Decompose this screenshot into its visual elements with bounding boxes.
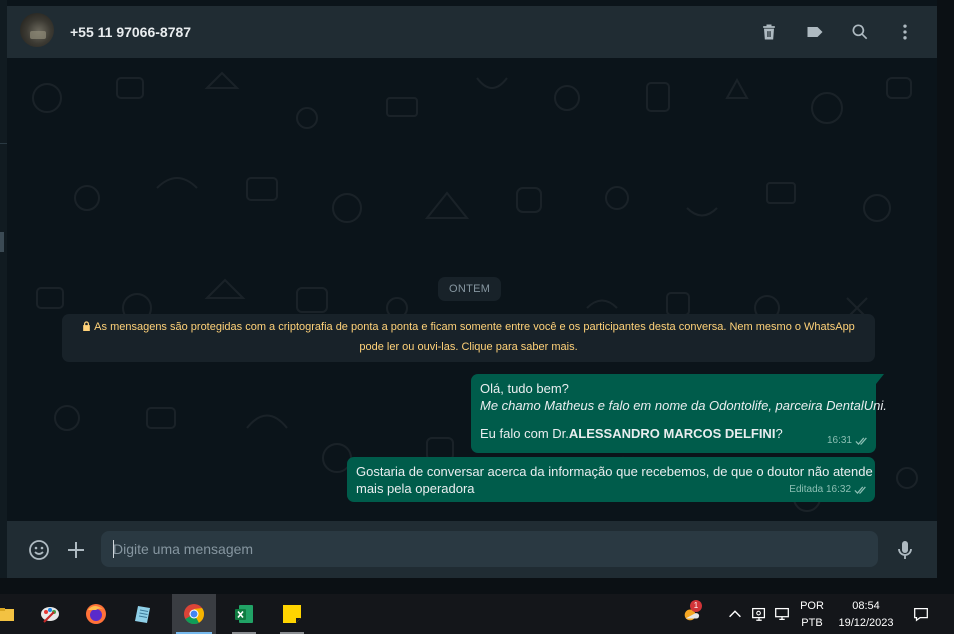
message-text-prefix: Eu falo com Dr. bbox=[480, 426, 569, 441]
taskbar-sticky-notes[interactable] bbox=[270, 594, 314, 634]
contact-avatar[interactable] bbox=[20, 13, 54, 47]
outgoing-message[interactable]: Gostaria de conversar acerca da informaç… bbox=[347, 457, 875, 502]
message-meta: 16:31 bbox=[827, 432, 869, 449]
taskbar-firefox[interactable] bbox=[74, 594, 118, 634]
message-text: Me chamo Matheus e falo em nome da Odont… bbox=[480, 398, 887, 413]
taskbar-file-explorer[interactable] bbox=[0, 594, 28, 634]
message-time: Editada 16:32 bbox=[789, 484, 851, 495]
menu-icon[interactable] bbox=[893, 20, 917, 44]
message-text: Olá, tudo bem? bbox=[480, 381, 569, 396]
desktop-gap bbox=[0, 578, 954, 594]
language-indicator-bottom[interactable]: PTB bbox=[797, 615, 827, 631]
encryption-notice-line2: pode ler ou ouvi-las. Clique para saber … bbox=[359, 341, 578, 353]
encryption-notice-line1: As mensagens são protegidas com a cripto… bbox=[94, 321, 855, 333]
taskbar-paint[interactable] bbox=[28, 594, 72, 634]
folder-icon bbox=[0, 608, 14, 621]
notification-center-icon[interactable] bbox=[911, 604, 931, 624]
encryption-notice[interactable]: As mensagens são protegidas com a cripto… bbox=[62, 314, 875, 362]
chat-list-edge bbox=[0, 0, 7, 578]
chat-header[interactable]: +55 11 97066-8787 bbox=[7, 6, 937, 58]
taskbar-notes-app[interactable] bbox=[122, 594, 166, 634]
message-meta: Editada 16:32 bbox=[789, 481, 868, 498]
message-text-suffix: ? bbox=[775, 426, 783, 441]
message-area[interactable]: ONTEM As mensagens são protegidas com a … bbox=[7, 58, 937, 521]
notebook-icon bbox=[135, 606, 150, 623]
taskbar-excel[interactable] bbox=[222, 594, 266, 634]
notification-badge: 1 bbox=[690, 600, 702, 612]
clock-date[interactable]: 19/12/2023 bbox=[834, 615, 898, 631]
message-input[interactable] bbox=[101, 531, 878, 567]
message-text: Eu falo com Dr.ALESSANDRO MARCOS DELFINI… bbox=[480, 425, 867, 442]
whatsapp-window: +55 11 97066-8787 ONTEM As mensagens são… bbox=[0, 0, 954, 634]
lock-icon bbox=[82, 318, 91, 331]
windows-taskbar: 1 POR PTB 08:54 19/12/2023 bbox=[0, 594, 954, 634]
label-icon[interactable] bbox=[803, 20, 827, 44]
remote-desktop-icon[interactable] bbox=[749, 604, 769, 624]
message-text: Gostaria de conversar acerca da informaç… bbox=[356, 464, 873, 479]
chat-list-fragment bbox=[0, 118, 5, 128]
chat-list-divider bbox=[0, 143, 7, 144]
attach-plus-icon[interactable] bbox=[63, 537, 89, 563]
excel-icon bbox=[235, 605, 253, 623]
clock-time[interactable]: 08:54 bbox=[834, 598, 898, 614]
bubble-tail bbox=[876, 374, 884, 384]
message-time: 16:31 bbox=[826, 435, 852, 446]
window-edge bbox=[937, 0, 954, 578]
search-icon[interactable] bbox=[848, 20, 872, 44]
date-divider: ONTEM bbox=[438, 277, 502, 301]
chat-list-selection-edge[interactable] bbox=[0, 232, 4, 252]
paint-icon bbox=[41, 607, 59, 623]
double-check-icon bbox=[854, 486, 866, 494]
text-caret bbox=[113, 540, 114, 558]
language-indicator-top[interactable]: POR bbox=[797, 598, 827, 614]
chevron-up-icon[interactable] bbox=[725, 604, 745, 624]
network-icon[interactable] bbox=[772, 604, 792, 624]
sticky-note-icon bbox=[283, 605, 301, 623]
firefox-icon bbox=[86, 604, 106, 624]
outgoing-message[interactable]: Olá, tudo bem? Me chamo Matheus e falo e… bbox=[471, 374, 887, 453]
delete-icon[interactable] bbox=[757, 20, 781, 44]
chrome-icon bbox=[184, 604, 205, 625]
emoji-icon[interactable] bbox=[26, 537, 52, 563]
message-composer bbox=[7, 521, 937, 578]
message-text-bold: ALESSANDRO MARCOS DELFINI bbox=[568, 426, 776, 441]
taskbar-chrome[interactable] bbox=[172, 594, 216, 634]
double-check-icon bbox=[855, 437, 867, 445]
contact-name[interactable]: +55 11 97066-8787 bbox=[70, 24, 191, 40]
microphone-icon[interactable] bbox=[892, 537, 918, 563]
message-spacer bbox=[480, 414, 867, 425]
